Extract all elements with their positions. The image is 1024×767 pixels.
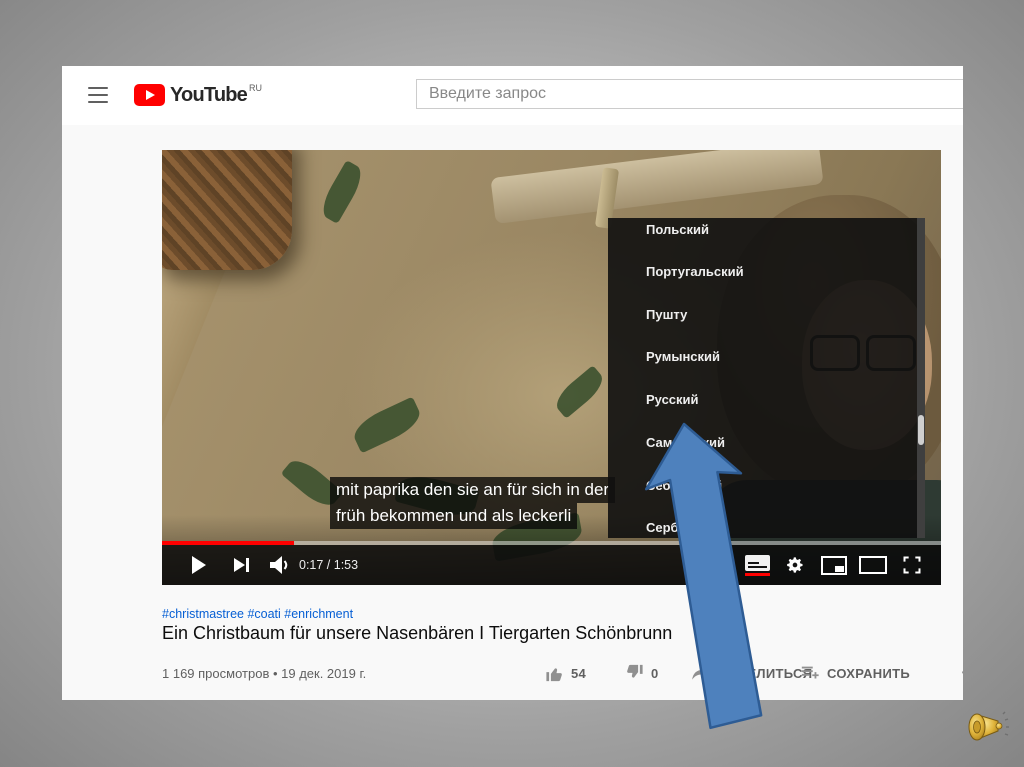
fullscreen-icon[interactable] <box>895 545 929 585</box>
volume-icon[interactable] <box>264 545 296 585</box>
menu-item-polish[interactable]: Польский <box>646 222 709 237</box>
share-button[interactable]: ПОДЕЛИТЬСЯ <box>691 658 812 688</box>
menu-item-cebuano[interactable]: Себуанский <box>646 478 722 493</box>
menu-item-samoan[interactable]: Самоанский <box>646 435 725 450</box>
video-meta-row: 1 169 просмотров • 19 дек. 2019 г. 54 0 … <box>162 658 963 688</box>
menu-item-romanian[interactable]: Румынский <box>646 349 720 364</box>
youtube-country-code: RU <box>248 83 262 93</box>
youtube-play-icon <box>134 84 165 106</box>
subtitle-language-menu: Польский Португальский Пушту Румынский Р… <box>608 218 925 538</box>
subtitle-line-2: früh bekommen und als leckerli <box>330 503 578 529</box>
youtube-logo-text: YouTube <box>170 84 248 106</box>
subtitles-icon[interactable] <box>740 545 774 585</box>
audio-speaker-icon[interactable] <box>962 701 1012 751</box>
time-display: 0:17 / 1:53 <box>299 558 359 572</box>
like-count: 54 <box>571 665 587 681</box>
theater-mode-icon[interactable] <box>856 545 890 585</box>
video-player[interactable]: mit paprika den sie an für sich in der f… <box>162 150 941 585</box>
video-title: Ein Christbaum für unsere Nasenbären I T… <box>162 623 673 643</box>
youtube-header: YouTube RU Введите запрос <box>62 66 963 125</box>
dislike-count: 0 <box>651 665 659 681</box>
subtitle-line-1: mit paprika den sie an für sich in der <box>330 477 616 503</box>
thumbs-up-icon <box>546 668 562 682</box>
share-arrow-icon <box>692 665 710 680</box>
share-label: ПОДЕЛИТЬСЯ <box>718 665 813 681</box>
menu-item-russian[interactable]: Русский <box>646 392 699 407</box>
menu-item-serbian[interactable]: Сербский <box>646 520 708 535</box>
browser-screenshot: YouTube RU Введите запрос mit paprika de… <box>62 66 963 700</box>
menu-item-portuguese[interactable]: Португальский <box>646 264 744 279</box>
menu-scrollbar-track[interactable] <box>917 218 925 538</box>
view-count: 1 169 просмотров • 19 дек. 2019 г. <box>162 665 367 681</box>
more-actions-button[interactable]: ••• <box>962 658 963 688</box>
more-dots-icon: ••• <box>962 667 963 679</box>
menu-scrollbar-thumb[interactable] <box>918 415 924 445</box>
dislike-button[interactable]: 0 <box>625 658 659 688</box>
save-button[interactable]: СОХРАНИТЬ <box>800 658 910 688</box>
player-controls: 0:17 / 1:53 <box>162 545 941 585</box>
save-label: СОХРАНИТЬ <box>827 665 910 681</box>
play-button[interactable] <box>182 545 216 585</box>
miniplayer-icon[interactable] <box>817 545 851 585</box>
playlist-add-icon <box>801 666 819 679</box>
like-button[interactable]: 54 <box>545 658 586 688</box>
settings-gear-icon[interactable] <box>778 545 812 585</box>
next-button[interactable] <box>224 545 258 585</box>
menu-item-pashto[interactable]: Пушту <box>646 307 687 322</box>
thumbs-down-icon <box>627 664 643 678</box>
video-hashtags[interactable]: #christmastree #coati #enrichment <box>162 607 353 621</box>
hamburger-menu-icon[interactable] <box>88 87 108 103</box>
youtube-logo[interactable]: YouTube RU <box>134 82 262 108</box>
subtitles: mit paprika den sie an für sich in der f… <box>330 477 616 529</box>
search-input[interactable]: Введите запрос <box>416 79 963 109</box>
